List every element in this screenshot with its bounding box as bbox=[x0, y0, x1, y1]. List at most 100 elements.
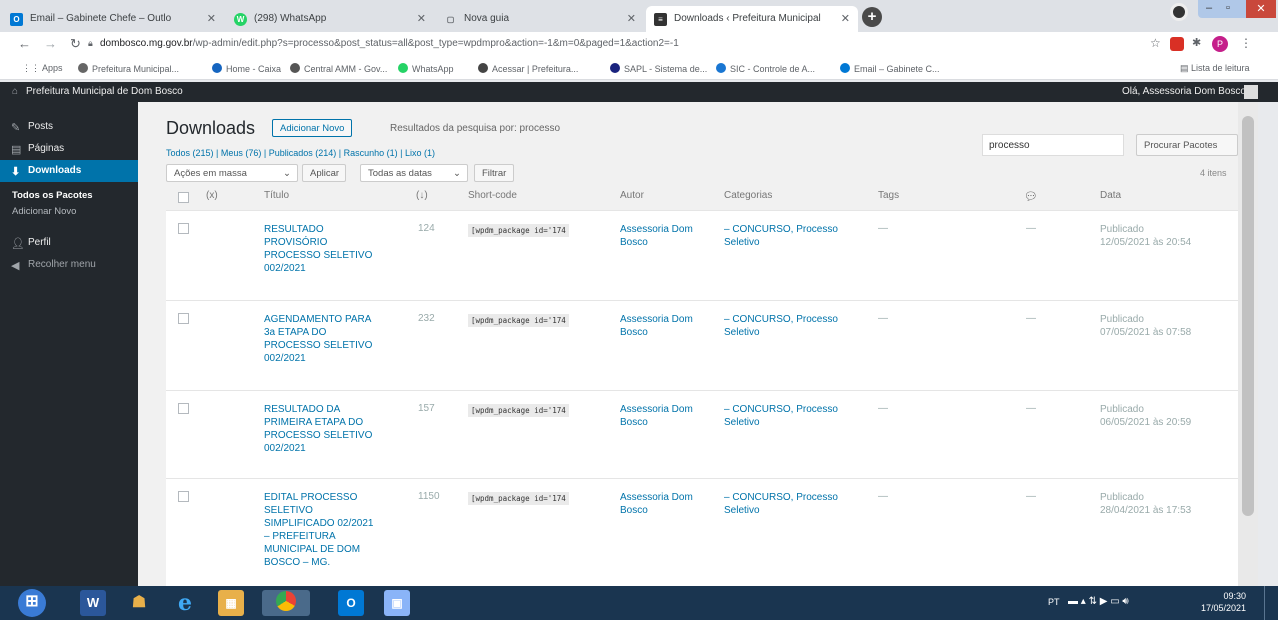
categories-links[interactable]: – CONCURSO, Processo Seletivo bbox=[724, 491, 838, 517]
scrollbar[interactable] bbox=[1238, 102, 1258, 586]
dates-select[interactable]: Todas as datas ⌄ bbox=[360, 164, 468, 182]
apply-button[interactable]: Aplicar bbox=[302, 164, 346, 182]
chrome-icon[interactable] bbox=[262, 590, 310, 616]
bookmark-item[interactable]: Home - Caixa bbox=[212, 63, 281, 74]
filter-button[interactable]: Filtrar bbox=[474, 164, 514, 182]
bookmark-reading-list[interactable]: ▤ Lista de leitura bbox=[1180, 63, 1250, 74]
categories-links[interactable]: – CONCURSO, Processo Seletivo bbox=[724, 403, 838, 429]
avatar[interactable] bbox=[1244, 85, 1258, 99]
shortcode[interactable]: [wpdm_package id='174 bbox=[468, 404, 569, 417]
new-tab-button[interactable]: + bbox=[862, 7, 882, 27]
lock-icon[interactable]: 🔒︎ bbox=[88, 38, 93, 49]
author-link[interactable]: Assessoria Dom Bosco bbox=[620, 313, 693, 339]
shortcode[interactable]: [wpdm_package id='174 bbox=[468, 492, 569, 505]
col-header-title[interactable]: Título bbox=[264, 190, 289, 201]
shortcode[interactable]: [wpdm_package id='174 bbox=[468, 224, 569, 237]
word-icon[interactable]: W bbox=[80, 590, 106, 616]
search-input[interactable]: processo bbox=[982, 134, 1124, 156]
bookmark-item[interactable]: Prefeitura Municipal... bbox=[78, 63, 179, 74]
select-all-checkbox[interactable] bbox=[178, 192, 189, 203]
explorer-icon[interactable]: ☗ bbox=[126, 590, 152, 616]
bookmark-item[interactable]: WhatsApp bbox=[398, 63, 454, 74]
tab-label: (298) WhatsApp bbox=[254, 13, 327, 24]
puzzle-icon[interactable]: ✱ bbox=[1192, 36, 1201, 49]
main-content: Downloads Adicionar Novo Resultados da p… bbox=[138, 102, 1258, 586]
sidebar-sub-add-new[interactable]: Adicionar Novo bbox=[12, 206, 76, 217]
folder-icon[interactable]: ▦ bbox=[218, 590, 244, 616]
bookmark-item[interactable]: Email – Gabinete C... bbox=[840, 63, 940, 74]
close-icon[interactable]: ✕ bbox=[207, 12, 216, 25]
menu-icon[interactable]: ⋮ bbox=[1240, 36, 1252, 50]
search-packages-button[interactable]: Procurar Pacotes bbox=[1136, 134, 1238, 156]
close-icon[interactable]: ✕ bbox=[417, 12, 426, 25]
bookmark-item[interactable]: Acessar | Prefeitura... bbox=[478, 63, 578, 74]
reload-icon[interactable]: ↻ bbox=[70, 36, 81, 52]
bookmark-item[interactable]: Central AMM - Gov... bbox=[290, 63, 387, 74]
minimize-icon[interactable]: – bbox=[1206, 2, 1212, 14]
close-window-icon[interactable]: ✕ bbox=[1246, 0, 1276, 18]
package-title-link[interactable]: AGENDAMENTO PARA 3a ETAPA DO PROCESSO SE… bbox=[264, 313, 404, 365]
author-link[interactable]: Assessoria Dom Bosco bbox=[620, 403, 693, 429]
tab-downloads[interactable]: ≡ Downloads ‹ Prefeitura Municipal ✕ bbox=[646, 6, 858, 32]
sidebar-collapse[interactable]: ◀ Recolher menu bbox=[0, 254, 138, 276]
scrollbar-thumb[interactable] bbox=[1242, 116, 1254, 516]
add-new-button[interactable]: Adicionar Novo bbox=[272, 119, 353, 137]
clock-date[interactable]: 17/05/2021 bbox=[1196, 603, 1246, 613]
clock-time[interactable]: 09:30 bbox=[1206, 591, 1246, 601]
outlook-icon bbox=[840, 63, 850, 73]
show-desktop-button[interactable] bbox=[1264, 586, 1272, 620]
status-filter-links[interactable]: Todos (215) | Meus (76) | Publicados (21… bbox=[166, 148, 435, 158]
categories-links[interactable]: – CONCURSO, Processo Seletivo bbox=[724, 223, 838, 249]
close-icon[interactable]: ✕ bbox=[627, 12, 636, 25]
row-checkbox[interactable] bbox=[178, 313, 189, 324]
greeting[interactable]: Olá, Assessoria Dom Bosco bbox=[1122, 86, 1246, 97]
author-link[interactable]: Assessoria Dom Bosco bbox=[620, 491, 693, 517]
col-header-categories: Categorias bbox=[724, 190, 773, 201]
star-icon[interactable]: ☆ bbox=[1150, 36, 1161, 50]
tab-new[interactable]: ▢ Nova guia ✕ bbox=[436, 6, 644, 32]
sidebar-sub-all-packages[interactable]: Todos os Pacotes bbox=[12, 190, 93, 201]
internet-explorer-icon[interactable]: e bbox=[172, 590, 198, 616]
categories-links[interactable]: – CONCURSO, Processo Seletivo bbox=[724, 313, 838, 339]
profile-icon[interactable] bbox=[1170, 3, 1188, 21]
col-header-date[interactable]: Data bbox=[1100, 190, 1121, 201]
avatar[interactable]: P bbox=[1212, 36, 1228, 52]
windows-taskbar: ⊞ W ☗ e ▦ O ▣ PT ▬ ▴ ⇅ ▶ ▭ 🔊︎ 09:30 17/0… bbox=[0, 586, 1278, 620]
site-name[interactable]: Prefeitura Municipal de Dom Bosco bbox=[26, 86, 183, 97]
row-checkbox[interactable] bbox=[178, 491, 189, 502]
home-icon[interactable]: ⌂ bbox=[12, 86, 18, 97]
bookmark-item[interactable]: SAPL - Sistema de... bbox=[610, 63, 707, 74]
extension-icon[interactable] bbox=[1170, 37, 1184, 51]
package-title-link[interactable]: RESULTADO PROVISÓRIO PROCESSO SELETIVO 0… bbox=[264, 223, 404, 275]
site-icon bbox=[478, 63, 488, 73]
language-indicator[interactable]: PT bbox=[1048, 597, 1060, 607]
sidebar-item-profile[interactable]: 👤︎ Perfil bbox=[0, 232, 138, 254]
col-header-id[interactable]: (x) bbox=[206, 190, 218, 201]
start-button[interactable]: ⊞ bbox=[18, 589, 46, 617]
outlook-icon[interactable]: O bbox=[338, 590, 364, 616]
sidebar-item-downloads[interactable]: ⬇ Downloads bbox=[0, 160, 138, 182]
maximize-icon[interactable]: ▫ bbox=[1226, 2, 1230, 14]
row-checkbox[interactable] bbox=[178, 223, 189, 234]
tab-outlook[interactable]: O Email – Gabinete Chefe – Outlo ✕ bbox=[2, 6, 224, 32]
bulk-actions-select[interactable]: Ações em massa ⌄ bbox=[166, 164, 298, 182]
package-title-link[interactable]: RESULTADO DA PRIMEIRA ETAPA DO PROCESSO … bbox=[264, 403, 404, 455]
tab-whatsapp[interactable]: W (298) WhatsApp ✕ bbox=[226, 6, 434, 32]
bookmark-item[interactable]: SIC - Controle de A... bbox=[716, 63, 815, 74]
bookmark-apps[interactable]: ⋮⋮ Apps bbox=[22, 63, 63, 74]
author-link[interactable]: Assessoria Dom Bosco bbox=[620, 223, 693, 249]
photos-icon[interactable]: ▣ bbox=[384, 590, 410, 616]
sidebar-item-pages[interactable]: ▤ Páginas bbox=[0, 138, 138, 160]
package-title-link[interactable]: EDITAL PROCESSO SELETIVO SIMPLIFICADO 02… bbox=[264, 491, 404, 569]
shortcode[interactable]: [wpdm_package id='174 bbox=[468, 314, 569, 327]
url-field[interactable]: dombosco.mg.gov.br/wp-admin/edit.php?s=p… bbox=[100, 38, 1140, 49]
table-row: EDITAL PROCESSO SELETIVO SIMPLIFICADO 02… bbox=[166, 478, 1246, 586]
col-header-downloads[interactable]: (↓) bbox=[416, 190, 428, 201]
comments-icon[interactable]: 💬︎ bbox=[1024, 190, 1038, 203]
back-icon[interactable]: ← bbox=[18, 36, 31, 51]
tray-icons[interactable]: ▬ ▴ ⇅ ▶ ▭ 🔊︎ bbox=[1068, 596, 1129, 607]
row-checkbox[interactable] bbox=[178, 403, 189, 414]
sidebar-item-posts[interactable]: ✎ Posts bbox=[0, 116, 138, 138]
forward-icon[interactable]: → bbox=[44, 36, 57, 51]
close-icon[interactable]: ✕ bbox=[841, 12, 850, 25]
